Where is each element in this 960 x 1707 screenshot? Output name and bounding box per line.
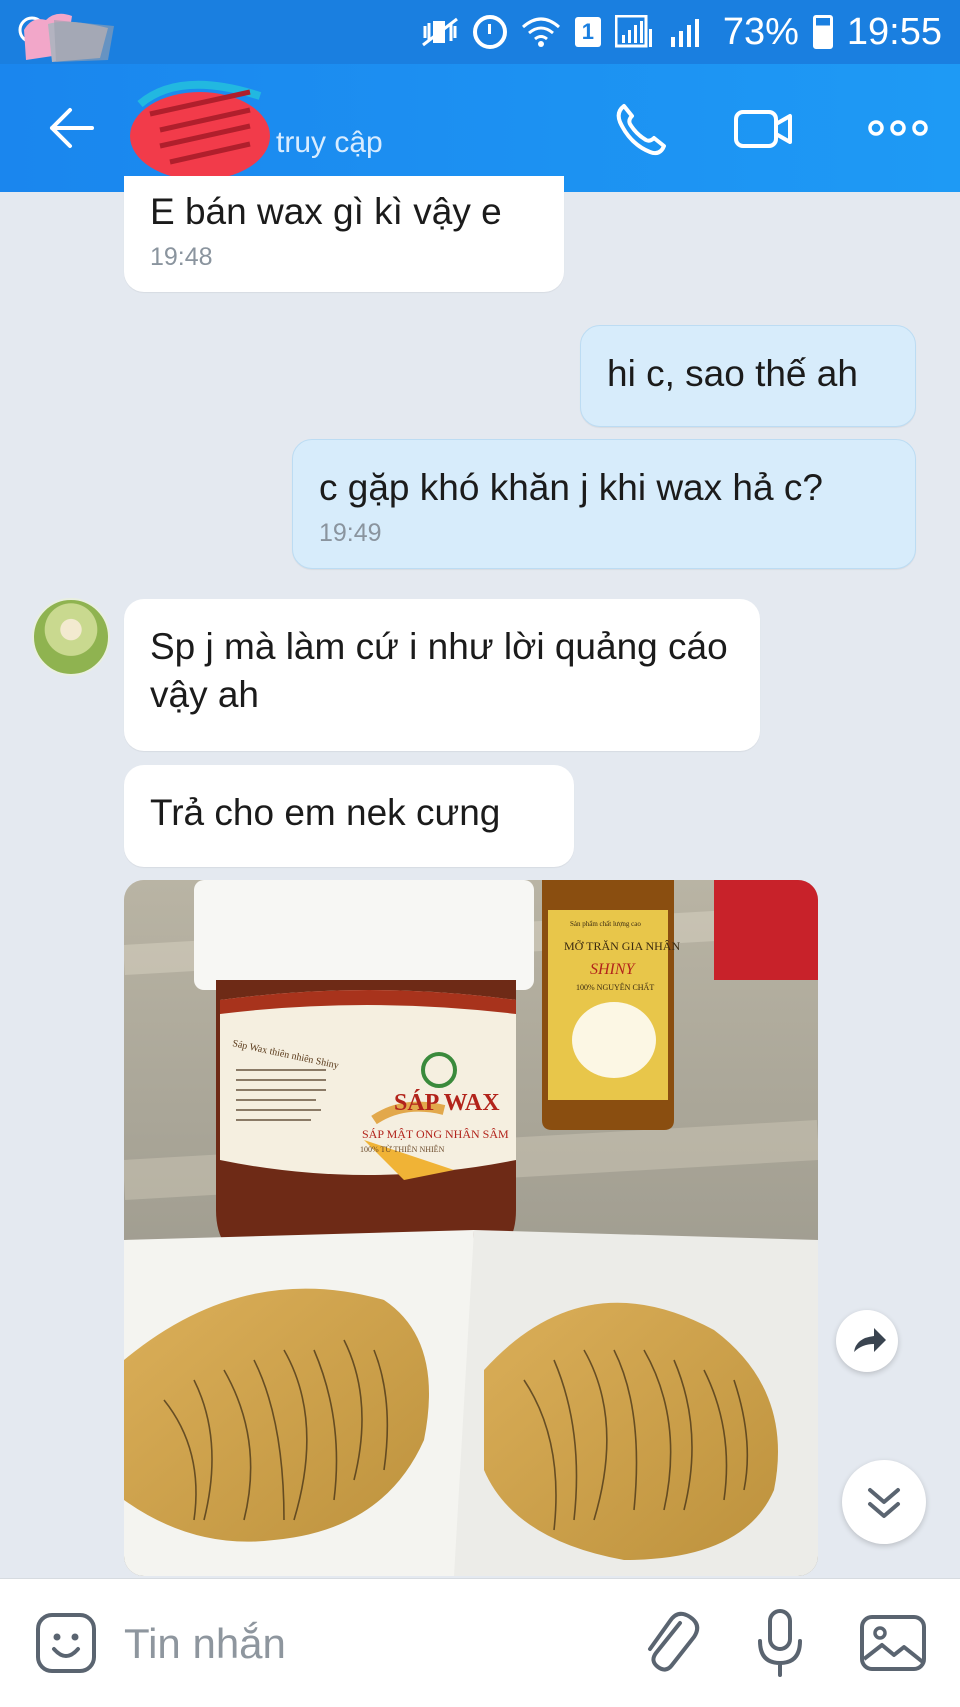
chat-header: truy cập [0,64,960,192]
message-text: hi c, sao thế ah [607,353,858,394]
photo-message[interactable]: SÁP WAX SÁP MẬT ONG NHÂN SÂM 100% TỪ THI… [124,880,818,1576]
jar-sublabel: SÁP MẬT ONG NHÂN SÂM [362,1127,509,1141]
vibrate-mute-icon [421,17,458,47]
bottle-sub: 100% NGUYÊN CHẤT [576,982,654,992]
status-bar: 1 73% 19:55 [0,0,960,64]
image-gallery-icon[interactable] [858,1611,928,1675]
paperclip-icon[interactable] [638,1609,702,1677]
share-button[interactable] [836,1310,898,1372]
back-arrow-icon[interactable] [44,100,100,156]
message-text: Trả cho em nek cưng [150,792,501,833]
phone-icon[interactable] [610,98,674,158]
message-composer [0,1578,960,1707]
alarm-icon [472,15,507,49]
photo-content: SÁP WAX SÁP MẬT ONG NHÂN SÂM 100% TỪ THI… [124,880,818,1576]
message-text: Sp j mà làm cứ i như lời quảng cáo vậy a… [150,626,728,715]
message-time: 19:49 [319,519,382,547]
share-arrow-icon [854,1328,886,1352]
message-bubble-incoming[interactable]: Trả cho em nek cưng [124,765,574,867]
signal-bars-icon [670,19,699,47]
contact-avatar[interactable] [32,598,110,676]
message-time: 19:48 [150,243,213,271]
message-bubble-incoming[interactable]: E bán wax gì kì vậy e 19:48 [124,176,564,292]
message-bubble-incoming[interactable]: Sp j mà làm cứ i như lời quảng cáo vậy a… [124,599,760,751]
more-icon[interactable] [866,98,930,158]
message-bubble-outgoing[interactable]: c gặp khó khăn j khi wax hả c? 19:49 [292,439,916,569]
bottle-brand: SHINY [590,961,637,978]
status-avatar-sticker-icon [18,13,114,62]
jar-label: SÁP WAX [394,1090,500,1116]
sim-slot-badge: 1 [574,17,601,47]
message-input[interactable] [122,1613,626,1675]
clock: 19:55 [846,10,942,53]
sticker-icon[interactable] [34,1611,98,1675]
battery-percent: 73% [722,10,799,53]
video-camera-icon[interactable] [732,98,796,158]
battery-icon [812,15,833,49]
contact-avatar-redacted[interactable] [120,74,290,184]
double-chevron-down-icon [868,1488,900,1518]
microphone-icon[interactable] [752,1607,808,1679]
wifi-icon [521,17,560,47]
last-seen-status: truy cập [276,126,383,159]
jar-percent: 100% TỪ THIÊN NHIÊN [360,1144,445,1154]
message-text: E bán wax gì kì vậy e [150,191,502,232]
message-text: c gặp khó khăn j khi wax hả c? [319,467,823,508]
scroll-to-bottom-button[interactable] [842,1460,926,1544]
message-bubble-outgoing[interactable]: hi c, sao thế ah [580,325,916,427]
signal-strength-icon [614,15,652,48]
bottle-top: Sản phẩm chất lượng cao [570,920,641,928]
bottle-label: MỠ TRĂN GIA NHÂN [564,939,680,953]
